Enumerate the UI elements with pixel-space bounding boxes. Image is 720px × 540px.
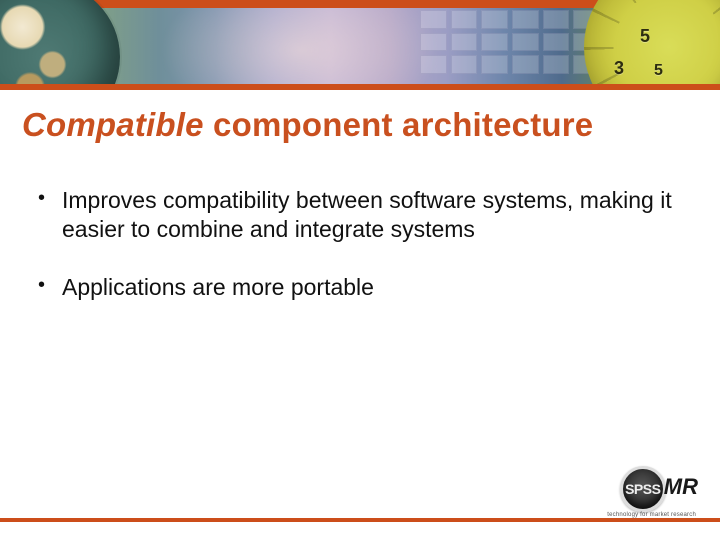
bullet-item: Improves compatibility between software … bbox=[34, 186, 680, 245]
grid-graphic bbox=[420, 10, 600, 74]
bullet-list: Improves compatibility between software … bbox=[34, 186, 680, 330]
dial-number: 5 bbox=[640, 26, 650, 47]
accent-bar-under-banner bbox=[0, 84, 720, 90]
title-emphasis: Compatible bbox=[22, 106, 204, 143]
accent-bar-footer bbox=[0, 518, 720, 522]
logo-suffix: MR bbox=[664, 474, 698, 504]
globe-graphic bbox=[0, 0, 120, 84]
bullet-text: Improves compatibility between software … bbox=[62, 187, 672, 242]
slide: 3 5 5 5 Compatible component architectur… bbox=[0, 0, 720, 540]
bullet-text: Applications are more portable bbox=[62, 274, 374, 300]
dial-number: 5 bbox=[654, 62, 663, 80]
logo-badge: SPSS bbox=[620, 466, 666, 512]
slide-title: Compatible component architecture bbox=[22, 106, 593, 144]
title-rest: component architecture bbox=[204, 106, 594, 143]
brand-logo: SPSS MR bbox=[620, 466, 698, 512]
header-banner: 3 5 5 5 bbox=[0, 0, 720, 84]
dial-number: 3 bbox=[614, 58, 624, 79]
logo-badge-text: SPSS bbox=[625, 481, 660, 497]
dial-graphic: 3 5 5 5 bbox=[584, 0, 720, 84]
bullet-item: Applications are more portable bbox=[34, 273, 680, 302]
